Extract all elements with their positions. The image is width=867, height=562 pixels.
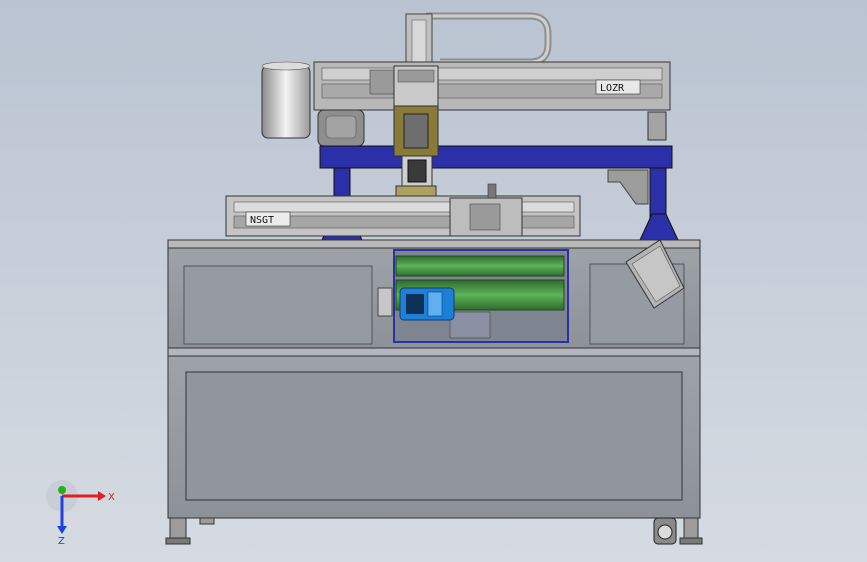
- graphics-viewport[interactable]: LOZR NSGT X Z: [0, 0, 867, 562]
- cable-chain: [426, 12, 552, 66]
- rail-label-right: LOZR: [600, 83, 625, 94]
- cabinet-door: [185, 371, 683, 501]
- table-top: [167, 239, 701, 249]
- triad-z-label: Z: [58, 536, 65, 547]
- machine-model[interactable]: LOZR NSGT: [0, 0, 867, 562]
- triad-x-label: X: [108, 492, 115, 503]
- foot-left: [169, 517, 187, 539]
- portal-crossbar: [319, 145, 673, 169]
- roller-1: [395, 255, 565, 277]
- coordinate-triad: X Z: [46, 480, 115, 547]
- rail-label-left: NSGT: [250, 215, 274, 226]
- foot-right: [683, 517, 699, 539]
- drum-motor: [261, 65, 311, 139]
